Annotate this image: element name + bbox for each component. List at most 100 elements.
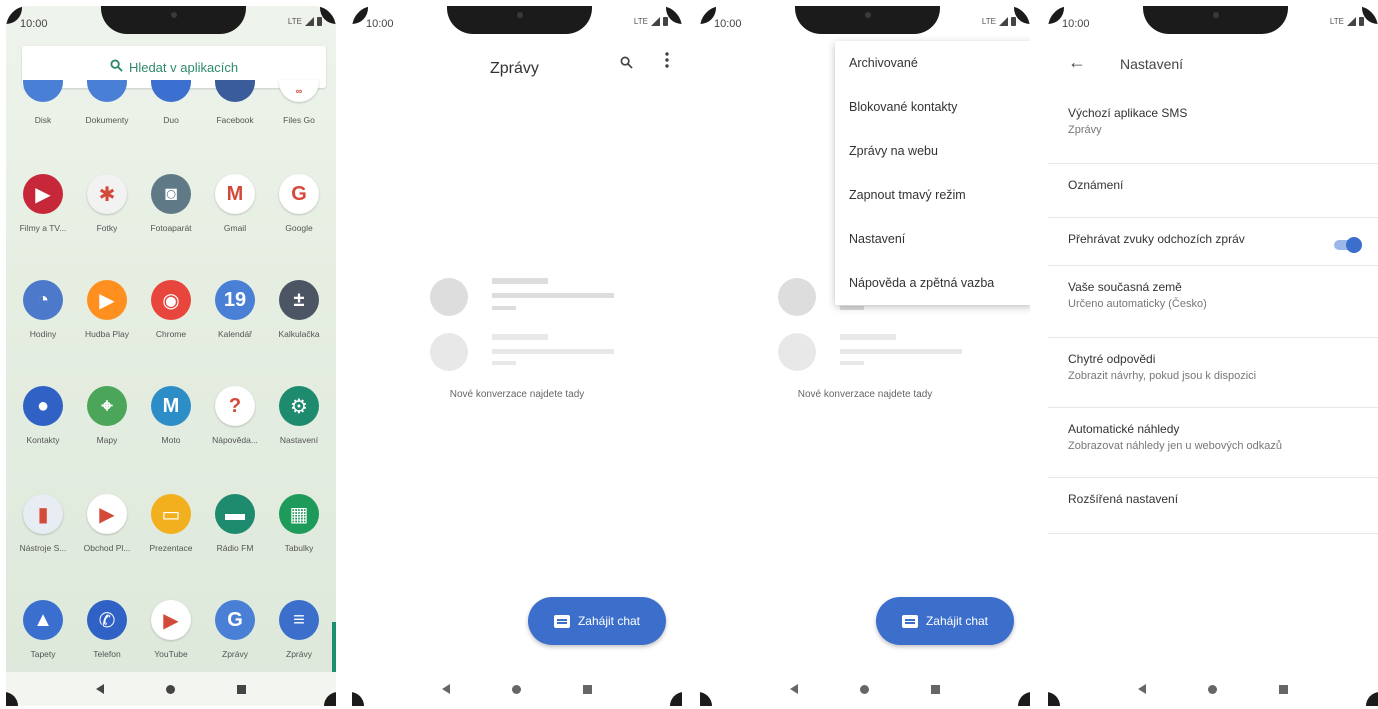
app-label: Fotoaparát [150, 223, 192, 233]
app-icon: ◙ [151, 174, 191, 214]
app-shortcut[interactable]: ⚙ Nastavení [268, 386, 330, 445]
menu-item[interactable]: Archivované [835, 41, 1030, 85]
app-shortcut[interactable]: ◉ Chrome [140, 280, 202, 339]
recents-button[interactable] [931, 684, 940, 694]
signal-icon [651, 17, 660, 26]
settings-item[interactable]: Rozšířená nastavení [1048, 478, 1378, 534]
back-arrow-icon[interactable]: ← [1068, 52, 1086, 73]
navigation-bar [6, 672, 336, 706]
lte-indicator: LTE [981, 17, 996, 26]
status-time: 10:00 [366, 18, 394, 30]
app-shortcut[interactable]: ▶ Hudba Play [76, 280, 138, 339]
app-shortcut[interactable]: ≡ Zprávy [268, 600, 330, 659]
screen-corner [670, 692, 682, 706]
app-icon [215, 80, 255, 102]
app-shortcut[interactable]: Dokumenty [76, 80, 138, 125]
status-icons: LTE [634, 17, 668, 26]
app-icon: ± [279, 280, 319, 320]
app-shortcut[interactable]: ∞ Files Go [268, 80, 330, 125]
app-shortcut[interactable]: ▭ Prezentace [140, 494, 202, 553]
camera-notch [101, 6, 246, 34]
screen-corner [1014, 6, 1030, 24]
status-icons: LTE [1330, 17, 1364, 26]
settings-item[interactable]: Přehrávat zvuky odchozích zpráv [1048, 218, 1378, 266]
status-icons: LTE [982, 17, 1016, 26]
settings-item[interactable]: Výchozí aplikace SMS Zprávy [1048, 92, 1378, 164]
app-shortcut[interactable]: ▬ Rádio FM [204, 494, 266, 553]
chat-icon [901, 614, 918, 628]
home-button[interactable] [512, 684, 521, 694]
back-button[interactable] [790, 684, 798, 694]
menu-item[interactable]: Zprávy na webu [835, 129, 1030, 173]
app-shortcut[interactable]: ◙ Fotoaparát [140, 174, 202, 233]
home-button[interactable] [860, 684, 869, 694]
app-shortcut[interactable]: Facebook [204, 80, 266, 125]
home-button[interactable] [166, 684, 175, 694]
app-row: ● Kontakty ⌖ Mapy M Moto? Nápověda... ⚙ Nastaven… [12, 386, 330, 445]
app-shortcut[interactable]: ✱ Fotky [76, 174, 138, 233]
back-button[interactable] [1138, 684, 1146, 694]
app-shortcut[interactable]: ✆ Telefon [76, 600, 138, 659]
app-label: Kalkulačka [278, 329, 320, 339]
app-shortcut[interactable]: ◔ Hodiny [12, 280, 74, 339]
app-shortcut[interactable]: Duo [140, 80, 202, 125]
app-icon: ▮ [23, 494, 63, 534]
scroll-indicator[interactable] [332, 622, 336, 674]
start-chat-button[interactable]: Zahájit chat [876, 597, 1014, 645]
recents-button[interactable] [1279, 684, 1288, 694]
app-shortcut[interactable]: M Moto [140, 386, 202, 445]
settings-list: Výchozí aplikace SMS Zprávy Oznámení Přehrá… [1048, 92, 1378, 534]
navigation-bar [1048, 672, 1378, 706]
app-shortcut[interactable]: ? Nápověda... [204, 386, 266, 445]
camera-notch [447, 6, 592, 34]
app-icon [151, 80, 191, 102]
start-chat-label: Zahájit chat [577, 614, 641, 628]
placeholder-avatar [778, 278, 816, 316]
app-row: ◔ Hodiny ▶ Hudba Play ◉ Chrome 19 Kalendář ± Kalk… [12, 280, 330, 339]
menu-item[interactable]: Blokované kontakty [835, 85, 1030, 129]
app-shortcut[interactable]: Disk [12, 80, 74, 125]
recents-button[interactable] [237, 684, 246, 694]
placeholder-line [840, 349, 962, 354]
settings-item-title: Vaše současná země [1068, 280, 1182, 294]
app-shortcut[interactable]: ▶ Filmy a TV... [12, 174, 74, 233]
app-shortcut[interactable]: 19 Kalendář [204, 280, 266, 339]
settings-item[interactable]: Automatické náhledy Zobrazovat náhledy je… [1048, 408, 1378, 478]
app-shortcut[interactable]: ⌖ Mapy [76, 386, 138, 445]
app-icon: ✆ [87, 600, 127, 640]
app-label: Tabulky [284, 543, 314, 553]
settings-item[interactable]: Chytré odpovědi Zobrazit návrhy, pokud js… [1048, 338, 1378, 408]
menu-item[interactable]: Nastavení [835, 217, 1030, 261]
app-shortcut[interactable]: ± Kalkulačka [268, 280, 330, 339]
settings-item[interactable]: Oznámení [1048, 164, 1378, 218]
app-icon: M [151, 386, 191, 426]
start-chat-button[interactable]: Zahájit chat [528, 597, 666, 645]
app-shortcut[interactable]: G Zprávy [204, 600, 266, 659]
app-label: Prezentace [149, 543, 193, 553]
app-shortcut[interactable]: G Google [268, 174, 330, 233]
page-title: Zprávy [490, 60, 539, 77]
app-shortcut[interactable]: ▦ Tabulky [268, 494, 330, 553]
menu-item[interactable]: Zapnout tmavý režim [835, 173, 1030, 217]
app-icon: ▦ [279, 494, 319, 534]
more-options-icon[interactable] [664, 52, 670, 68]
lte-indicator: LTE [1329, 17, 1344, 26]
app-icon: ● [23, 386, 63, 426]
settings-item-title: Chytré odpovědi [1068, 352, 1156, 366]
app-shortcut[interactable]: ▶ YouTube [140, 600, 202, 659]
app-label: Files Go [283, 115, 315, 125]
recents-button[interactable] [583, 684, 592, 694]
app-shortcut[interactable]: ▶ Obchod Pl... [76, 494, 138, 553]
back-button[interactable] [442, 684, 450, 694]
search-icon[interactable] [620, 56, 633, 73]
screen-corner [1048, 692, 1060, 706]
menu-item[interactable]: Nápověda a zpětná vazba [835, 261, 1030, 305]
app-shortcut[interactable]: ▮ Nástroje S... [12, 494, 74, 553]
back-button[interactable] [96, 684, 104, 694]
toggle-switch[interactable] [1334, 237, 1362, 253]
app-shortcut[interactable]: M Gmail [204, 174, 266, 233]
app-shortcut[interactable]: ● Kontakty [12, 386, 74, 445]
home-button[interactable] [1208, 684, 1217, 694]
settings-item[interactable]: Vaše současná země Určeno automaticky (Če… [1048, 266, 1378, 338]
app-shortcut[interactable]: ▲ Tapety [12, 600, 74, 659]
